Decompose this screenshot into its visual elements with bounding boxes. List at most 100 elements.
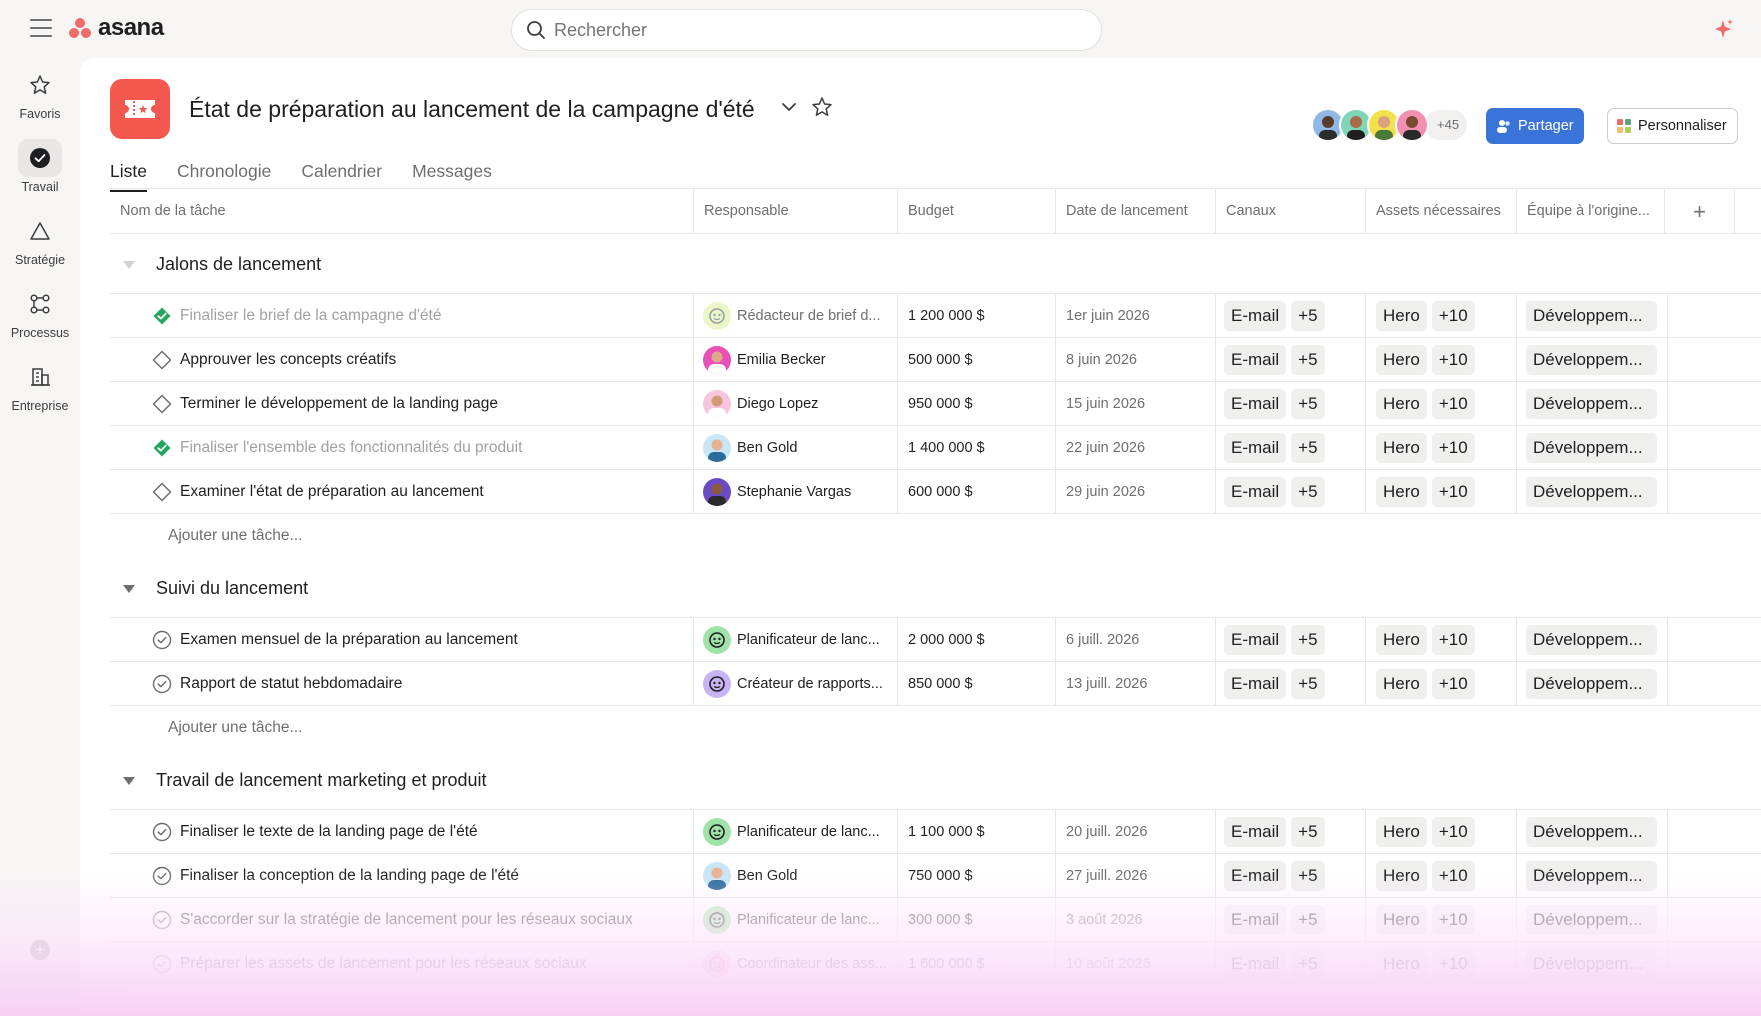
assignee-cell[interactable]: Stephanie Vargas [694,470,898,514]
launch-date-cell[interactable]: 8 juin 2026 [1056,338,1216,382]
team-cell[interactable]: Développem... [1517,854,1668,898]
budget-cell[interactable]: 750 000 $ [898,854,1056,898]
collapse-caret-icon[interactable] [122,774,136,792]
assignee-cell[interactable]: Coordinateur des ass... [694,942,898,986]
budget-cell[interactable]: 300 000 $ [898,898,1056,942]
section-header[interactable]: Travail de lancement marketing et produi… [110,750,1761,810]
assignee-cell[interactable]: Ben Gold [694,426,898,470]
assignee-cell[interactable]: Créateur de rapports... [694,662,898,706]
table-row[interactable]: Examiner l'état de préparation au lancem… [110,470,1761,514]
channels-cell[interactable]: E-mail +5 [1216,810,1366,854]
channels-cell[interactable]: E-mail +5 [1216,854,1366,898]
column-header-launch-date[interactable]: Date de lancement [1056,189,1216,234]
table-row[interactable]: Finaliser la conception de la landing pa… [110,854,1761,898]
task-check-icon[interactable] [152,910,172,935]
team-cell[interactable]: Développem... [1517,382,1668,426]
launch-date-cell[interactable]: 1er juin 2026 [1056,294,1216,338]
task-name-cell[interactable]: Examen mensuel de la préparation au lanc… [110,618,694,662]
assets-cell[interactable]: Hero +10 [1366,382,1517,426]
sidebar-item-strategie[interactable]: Stratégie [0,212,80,267]
task-name-cell[interactable]: Rapport de statut hebdomadaire [110,662,694,706]
add-column-button[interactable]: + [1665,189,1735,234]
launch-date-cell[interactable]: 15 juin 2026 [1056,382,1216,426]
team-cell[interactable]: Développem... [1517,810,1668,854]
team-cell[interactable]: Développem... [1517,942,1668,986]
add-task-button[interactable]: Ajouter une tâche... [110,706,1761,750]
favorite-star-icon[interactable] [811,96,833,123]
collapse-caret-icon[interactable] [122,582,136,600]
task-check-icon[interactable] [152,822,172,847]
table-row[interactable]: Finaliser l'ensemble des fonctionnalités… [110,426,1761,470]
table-row[interactable]: S'accorder sur la stratégie de lancement… [110,898,1761,942]
assignee-cell[interactable]: Ben Gold [694,854,898,898]
channels-cell[interactable]: E-mail +5 [1216,618,1366,662]
add-task-button[interactable]: Ajouter une tâche... [110,514,1761,558]
task-name-cell[interactable]: Approuver les concepts créatifs [110,338,694,382]
assets-cell[interactable]: Hero +10 [1366,618,1517,662]
tab-liste[interactable]: Liste [110,154,147,192]
assignee-cell[interactable]: Planificateur de lanc... [694,810,898,854]
tab-calendrier[interactable]: Calendrier [301,154,382,192]
assignee-cell[interactable]: Diego Lopez [694,382,898,426]
chevron-down-icon[interactable] [780,98,798,121]
collapse-caret-icon[interactable] [122,258,136,276]
assets-cell[interactable]: Hero +10 [1366,662,1517,706]
table-row[interactable]: Préparer les assets de lancement pour le… [110,942,1761,986]
section-header[interactable]: Suivi du lancement [110,558,1761,618]
channels-cell[interactable]: E-mail +5 [1216,294,1366,338]
task-check-icon[interactable] [152,954,172,979]
team-cell[interactable]: Développem... [1517,294,1668,338]
task-name-cell[interactable]: Examiner l'état de préparation au lancem… [110,470,694,514]
channels-cell[interactable]: E-mail +5 [1216,426,1366,470]
assignee-cell[interactable]: Emilia Becker [694,338,898,382]
channels-cell[interactable]: E-mail +5 [1216,662,1366,706]
task-name-cell[interactable]: Terminer le développement de la landing … [110,382,694,426]
table-row[interactable]: Approuver les concepts créatifs Emilia Be… [110,338,1761,382]
budget-cell[interactable]: 850 000 $ [898,662,1056,706]
task-name-cell[interactable]: Finaliser le brief de la campagne d'été [110,294,694,338]
task-check-icon[interactable] [152,866,172,891]
assignee-cell[interactable]: Planificateur de lanc... [694,898,898,942]
budget-cell[interactable]: 1 400 000 $ [898,426,1056,470]
assets-cell[interactable]: Hero +10 [1366,338,1517,382]
launch-date-cell[interactable]: 20 juill. 2026 [1056,810,1216,854]
column-header-task-name[interactable]: Nom de la tâche [110,189,694,234]
assets-cell[interactable]: Hero +10 [1366,942,1517,986]
table-row[interactable]: Examen mensuel de la préparation au lanc… [110,618,1761,662]
table-row[interactable]: Finaliser le brief de la campagne d'été R… [110,294,1761,338]
channels-cell[interactable]: E-mail +5 [1216,338,1366,382]
team-cell[interactable]: Développem... [1517,618,1668,662]
task-name-cell[interactable]: Finaliser la conception de la landing pa… [110,854,694,898]
customize-button[interactable]: Personnaliser [1607,108,1738,144]
search-input[interactable] [554,19,1054,41]
milestone-complete-icon[interactable] [152,306,172,331]
assets-cell[interactable]: Hero +10 [1366,294,1517,338]
milestone-icon[interactable] [152,350,172,375]
budget-cell[interactable]: 2 000 000 $ [898,618,1056,662]
tab-chronologie[interactable]: Chronologie [177,154,271,192]
assets-cell[interactable]: Hero +10 [1366,426,1517,470]
column-header-channels[interactable]: Canaux [1216,189,1366,234]
column-header-budget[interactable]: Budget [898,189,1056,234]
search-bar[interactable] [511,9,1102,51]
add-icon[interactable]: + [30,940,50,960]
assets-cell[interactable]: Hero +10 [1366,470,1517,514]
table-row[interactable]: Finaliser le texte de la landing page de… [110,810,1761,854]
task-name-cell[interactable]: Finaliser l'ensemble des fonctionnalités… [110,426,694,470]
team-cell[interactable]: Développem... [1517,662,1668,706]
launch-date-cell[interactable]: 22 juin 2026 [1056,426,1216,470]
ai-sparkle-icon[interactable] [1712,18,1734,40]
team-cell[interactable]: Développem... [1517,426,1668,470]
sidebar-item-favoris[interactable]: Favoris [0,66,80,121]
task-name-cell[interactable]: Préparer les assets de lancement pour le… [110,942,694,986]
sidebar-item-travail[interactable]: Travail [0,139,80,194]
milestone-icon[interactable] [152,394,172,419]
launch-date-cell[interactable]: 27 juill. 2026 [1056,854,1216,898]
section-header[interactable]: Jalons de lancement [110,234,1761,294]
milestone-icon[interactable] [152,482,172,507]
budget-cell[interactable]: 600 000 $ [898,470,1056,514]
channels-cell[interactable]: E-mail +5 [1216,470,1366,514]
task-name-cell[interactable]: S'accorder sur la stratégie de lancement… [110,898,694,942]
launch-date-cell[interactable]: 29 juin 2026 [1056,470,1216,514]
member-avatars[interactable]: +45 [1311,108,1470,142]
